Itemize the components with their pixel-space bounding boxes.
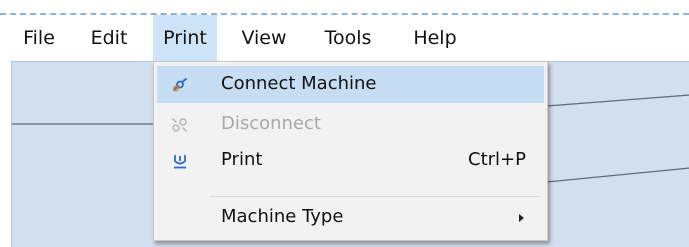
print-item[interactable]: Print Ctrl+P [157,142,544,179]
connect-machine-label: Connect Machine [221,73,377,94]
menu-view[interactable]: View [232,15,296,61]
machine-type-item[interactable]: Machine Type [157,199,544,236]
menu-tools[interactable]: Tools [312,15,384,61]
disconnect-label: Disconnect [221,113,321,134]
menu-bar: File Edit Print View Tools Help [0,15,689,61]
disconnect-icon [172,118,187,132]
menu-help[interactable]: Help [405,15,465,61]
disconnect-item[interactable]: Disconnect [157,106,544,143]
print-label: Print [221,149,263,170]
print-dropdown-menu: Connect Machine Disconnect Print Ctrl+P … [153,61,548,241]
machine-type-label: Machine Type [221,206,344,227]
menu-file[interactable]: File [17,15,61,61]
menu-separator [210,196,540,197]
print-shortcut: Ctrl+P [468,149,526,170]
print-icon [174,155,186,169]
connect-machine-item[interactable]: Connect Machine [157,66,544,103]
connect-icon [173,78,187,92]
menu-edit[interactable]: Edit [80,15,138,61]
submenu-arrow-icon [519,214,524,222]
menu-print[interactable]: Print [153,15,217,61]
